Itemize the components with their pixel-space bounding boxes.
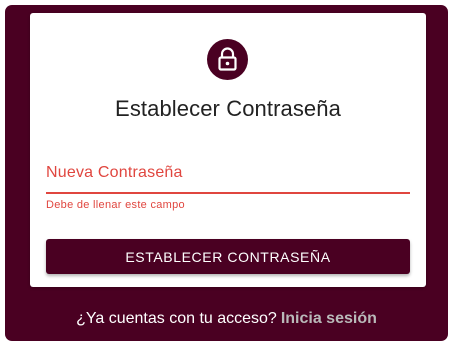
page-frame: Establecer Contraseña Nueva Contraseña D…	[5, 5, 448, 341]
new-password-input[interactable]	[46, 159, 410, 191]
login-prompt-text: ¿Ya cuentas con tu acceso?	[76, 310, 277, 327]
field-error-text: Debe de llenar este campo	[46, 199, 185, 211]
lock-icon	[218, 47, 237, 71]
page-title: Establecer Contraseña	[115, 96, 341, 121]
login-prompt: ¿Ya cuentas con tu acceso? Inicia sesión	[5, 310, 448, 328]
set-password-button[interactable]: ESTABLECER CONTRASEÑA	[46, 239, 410, 274]
new-password-underline	[46, 192, 410, 194]
lock-badge	[207, 39, 248, 80]
set-password-card: Establecer Contraseña Nueva Contraseña D…	[30, 13, 426, 287]
login-link[interactable]: Inicia sesión	[281, 310, 377, 327]
new-password-field[interactable]: Nueva Contraseña	[46, 159, 410, 194]
